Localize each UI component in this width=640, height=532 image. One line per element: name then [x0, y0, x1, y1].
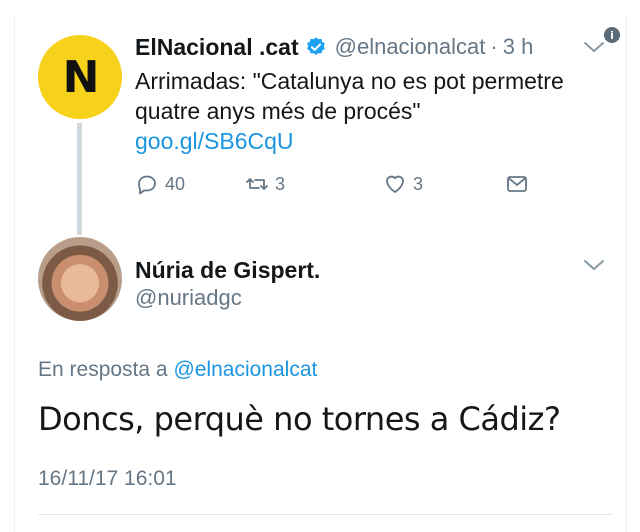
- reply-tweet-text: Doncs, perquè no tornes a Cádiz?: [38, 400, 561, 438]
- parent-tweet-link[interactable]: goo.gl/SB6CqU: [135, 128, 294, 155]
- avatar-elnacional[interactable]: N: [38, 35, 122, 119]
- avatar-letter: N: [62, 51, 100, 103]
- message-action[interactable]: [505, 172, 529, 196]
- reply-count: 40: [165, 173, 186, 194]
- like-action[interactable]: 3: [383, 172, 423, 196]
- thread-connector: [77, 123, 82, 235]
- retweet-action[interactable]: 3: [245, 172, 285, 196]
- parent-tweet-header: ElNacional .cat @elnacionalcat · 3 h: [135, 30, 615, 64]
- reply-prefix: En resposta a: [38, 358, 168, 381]
- info-glyph: i: [610, 28, 614, 42]
- chevron-down-icon[interactable]: [583, 258, 605, 272]
- like-count: 3: [413, 173, 424, 194]
- reply-context: En resposta a @elnacionalcat: [38, 358, 317, 382]
- chevron-down-icon[interactable]: [583, 40, 605, 54]
- parent-display-name[interactable]: ElNacional .cat: [135, 34, 299, 61]
- reply-action[interactable]: 40: [135, 172, 185, 196]
- retweet-icon: [246, 178, 268, 190]
- info-icon[interactable]: i: [604, 27, 620, 43]
- retweet-count: 3: [275, 173, 286, 194]
- parent-tweet-text: Arrimadas: "Catalunya no es pot permetre…: [135, 68, 564, 124]
- parent-timestamp[interactable]: 3 h: [503, 34, 534, 60]
- reply-handle[interactable]: @nuriadgc: [135, 285, 242, 311]
- verified-icon: [306, 37, 325, 55]
- like-icon: [386, 175, 404, 193]
- reply-timestamp[interactable]: 16/11/17 16:01: [38, 467, 177, 491]
- avatar-nuria[interactable]: [38, 237, 122, 321]
- reply-display-name[interactable]: Núria de Gispert.: [135, 257, 320, 284]
- message-icon: [507, 176, 527, 192]
- separator-dot: ·: [490, 34, 498, 59]
- reply-target-link[interactable]: @elnacionalcat: [173, 358, 317, 381]
- parent-handle[interactable]: @elnacionalcat: [335, 34, 486, 60]
- reply-icon: [138, 175, 156, 195]
- divider: [38, 514, 613, 515]
